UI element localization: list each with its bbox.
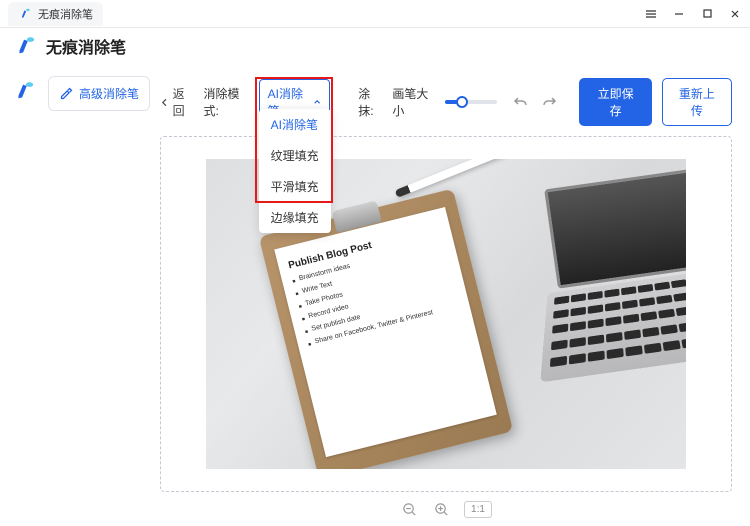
save-button[interactable]: 立即保存: [579, 78, 651, 126]
brush-size-label: 画笔大小: [392, 85, 434, 119]
back-label: 返回: [173, 85, 194, 119]
app-header: 无痕消除笔: [0, 28, 750, 68]
reupload-button[interactable]: 重新上传: [662, 78, 732, 126]
sidebar: [0, 68, 48, 500]
zoom-out-button[interactable]: [400, 500, 418, 518]
zoom-ratio-button[interactable]: 1:1: [464, 501, 492, 518]
maximize-button[interactable]: [700, 7, 714, 21]
slider-thumb[interactable]: [456, 96, 468, 108]
brush-label: 涂抹:: [358, 85, 382, 119]
redo-icon: [541, 94, 557, 110]
laptop-graphic: [495, 163, 686, 375]
brush-icon: [13, 80, 35, 102]
chevron-left-icon: [160, 97, 170, 108]
mode-label: 消除模式:: [203, 85, 248, 119]
zoom-in-icon: [434, 502, 449, 517]
brush-size-slider[interactable]: [445, 100, 498, 104]
zoom-out-icon: [402, 502, 417, 517]
undo-icon: [513, 94, 529, 110]
advanced-remove-button[interactable]: 高级消除笔: [48, 76, 150, 111]
back-button[interactable]: 返回: [160, 85, 193, 119]
chevron-up-icon: [313, 97, 321, 107]
pen-graphic: [395, 159, 528, 198]
undo-button[interactable]: [511, 92, 531, 112]
titlebar: 无痕消除笔: [0, 0, 750, 28]
mode-option-smooth[interactable]: 平滑填充: [259, 171, 331, 202]
close-button[interactable]: [728, 7, 742, 21]
mode-dropdown-menu: AI消除笔 纹理填充 平滑填充 边缘填充: [259, 109, 331, 233]
canvas-area[interactable]: Publish Blog Post Brainstorm ideas Write…: [160, 136, 732, 492]
advanced-remove-label: 高级消除笔: [79, 85, 139, 102]
mode-dropdown-container: AI消除笔 AI消除笔 纹理填充 平滑填充 边缘填充: [259, 79, 331, 125]
app-tab[interactable]: 无痕消除笔: [8, 2, 103, 26]
brush-icon: [18, 7, 32, 21]
menu-button[interactable]: [644, 7, 658, 21]
app-logo-icon: [14, 35, 36, 57]
sidebar-brush-tool[interactable]: [11, 78, 37, 104]
tool-panel: 高级消除笔: [48, 68, 150, 500]
mode-option-ai[interactable]: AI消除笔: [259, 109, 331, 140]
content-area: 返回 消除模式: AI消除笔 AI消除笔 纹理填充 平滑填充 边缘填充 涂抹: …: [150, 68, 750, 500]
zoom-controls: 1:1: [160, 492, 732, 526]
main-area: 高级消除笔 返回 消除模式: AI消除笔 AI消除笔 纹理填充 平滑填充: [0, 68, 750, 500]
app-title: 无痕消除笔: [46, 34, 126, 58]
zoom-in-button[interactable]: [432, 500, 450, 518]
tab-label: 无痕消除笔: [38, 6, 93, 22]
minimize-button[interactable]: [672, 7, 686, 21]
toolbar: 返回 消除模式: AI消除笔 AI消除笔 纹理填充 平滑填充 边缘填充 涂抹: …: [160, 76, 732, 136]
redo-button[interactable]: [539, 92, 559, 112]
window-controls: [644, 7, 742, 21]
mode-option-edge[interactable]: 边缘填充: [259, 202, 331, 233]
edit-icon: [59, 86, 74, 101]
mode-option-texture[interactable]: 纹理填充: [259, 140, 331, 171]
